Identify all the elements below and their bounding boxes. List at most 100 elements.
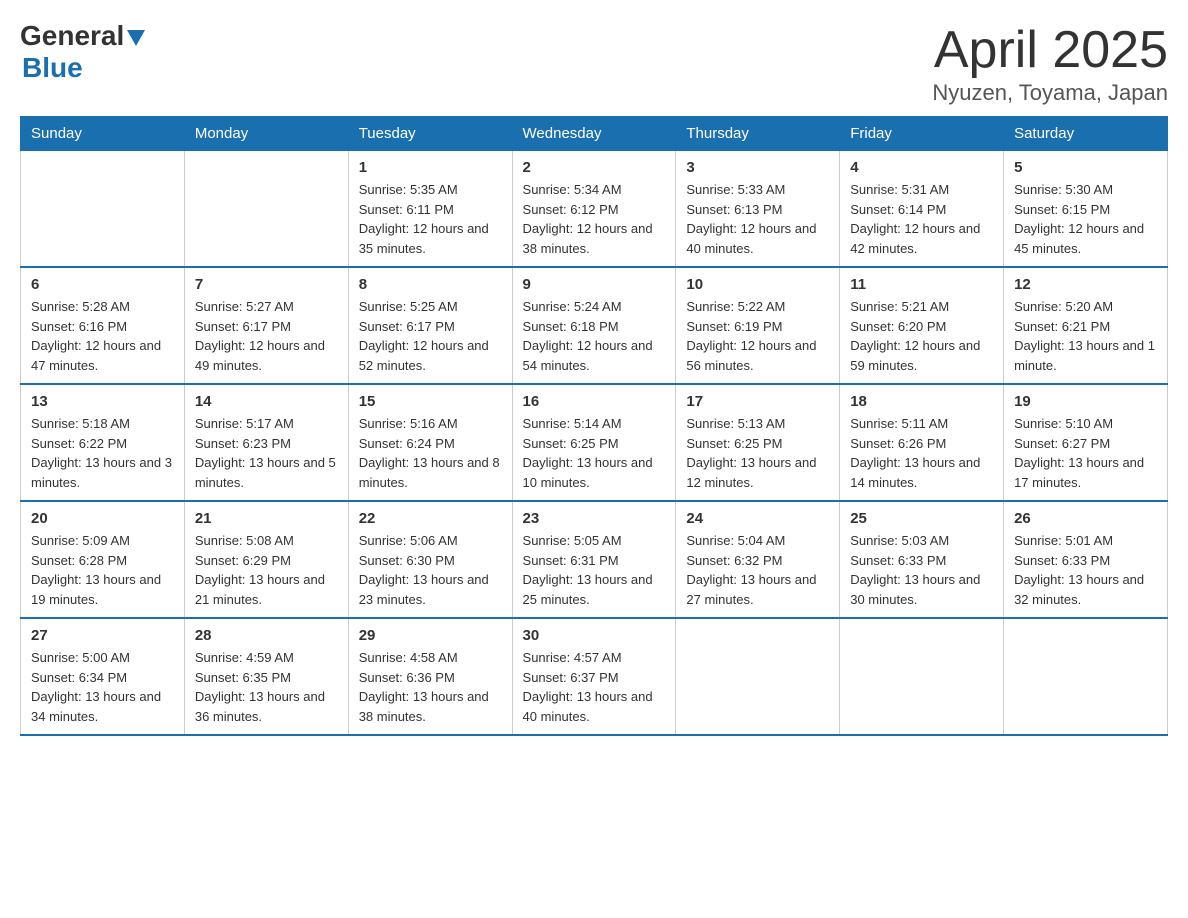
day-number: 27 bbox=[31, 627, 174, 644]
day-info: Sunrise: 5:10 AMSunset: 6:27 PMDaylight:… bbox=[1014, 414, 1157, 492]
calendar-cell: 30 Sunrise: 4:57 AMSunset: 6:37 PMDayligh… bbox=[512, 618, 676, 735]
day-info: Sunrise: 5:18 AMSunset: 6:22 PMDaylight:… bbox=[31, 414, 174, 492]
day-number: 15 bbox=[359, 393, 502, 410]
day-info: Sunrise: 5:14 AMSunset: 6:25 PMDaylight:… bbox=[523, 414, 666, 492]
calendar-cell: 2 Sunrise: 5:34 AMSunset: 6:12 PMDaylight… bbox=[512, 151, 676, 268]
day-number: 24 bbox=[686, 510, 829, 527]
day-number: 6 bbox=[31, 276, 174, 293]
day-number: 13 bbox=[31, 393, 174, 410]
day-info: Sunrise: 5:16 AMSunset: 6:24 PMDaylight:… bbox=[359, 414, 502, 492]
day-info: Sunrise: 5:31 AMSunset: 6:14 PMDaylight:… bbox=[850, 180, 993, 258]
day-number: 28 bbox=[195, 627, 338, 644]
day-info: Sunrise: 5:30 AMSunset: 6:15 PMDaylight:… bbox=[1014, 180, 1157, 258]
calendar-cell bbox=[676, 618, 840, 735]
day-info: Sunrise: 4:57 AMSunset: 6:37 PMDaylight:… bbox=[523, 648, 666, 726]
col-tuesday: Tuesday bbox=[348, 117, 512, 151]
day-info: Sunrise: 5:05 AMSunset: 6:31 PMDaylight:… bbox=[523, 531, 666, 609]
calendar-cell bbox=[184, 151, 348, 268]
day-number: 17 bbox=[686, 393, 829, 410]
day-info: Sunrise: 5:24 AMSunset: 6:18 PMDaylight:… bbox=[523, 297, 666, 375]
calendar-cell bbox=[1004, 618, 1168, 735]
col-wednesday: Wednesday bbox=[512, 117, 676, 151]
day-info: Sunrise: 5:27 AMSunset: 6:17 PMDaylight:… bbox=[195, 297, 338, 375]
day-info: Sunrise: 5:35 AMSunset: 6:11 PMDaylight:… bbox=[359, 180, 502, 258]
day-number: 1 bbox=[359, 159, 502, 176]
calendar-week-row: 6 Sunrise: 5:28 AMSunset: 6:16 PMDaylight… bbox=[21, 267, 1168, 384]
calendar-cell: 29Sunrise: 4:58 AMSunset: 6:36 PMDayligh… bbox=[348, 618, 512, 735]
col-friday: Friday bbox=[840, 117, 1004, 151]
day-number: 12 bbox=[1014, 276, 1157, 293]
day-number: 30 bbox=[523, 627, 666, 644]
day-info: Sunrise: 5:20 AMSunset: 6:21 PMDaylight:… bbox=[1014, 297, 1157, 375]
day-info: Sunrise: 5:03 AMSunset: 6:33 PMDaylight:… bbox=[850, 531, 993, 609]
logo: General Blue bbox=[20, 20, 145, 84]
day-info: Sunrise: 5:17 AMSunset: 6:23 PMDaylight:… bbox=[195, 414, 338, 492]
calendar-cell: 28 Sunrise: 4:59 AMSunset: 6:35 PMDayligh… bbox=[184, 618, 348, 735]
calendar-week-row: 27Sunrise: 5:00 AMSunset: 6:34 PMDayligh… bbox=[21, 618, 1168, 735]
day-number: 5 bbox=[1014, 159, 1157, 176]
calendar-cell: 5 Sunrise: 5:30 AMSunset: 6:15 PMDaylight… bbox=[1004, 151, 1168, 268]
day-number: 16 bbox=[523, 393, 666, 410]
day-info: Sunrise: 5:13 AMSunset: 6:25 PMDaylight:… bbox=[686, 414, 829, 492]
calendar-cell: 1 Sunrise: 5:35 AMSunset: 6:11 PMDaylight… bbox=[348, 151, 512, 268]
calendar-cell: 3 Sunrise: 5:33 AMSunset: 6:13 PMDaylight… bbox=[676, 151, 840, 268]
day-number: 18 bbox=[850, 393, 993, 410]
calendar-cell bbox=[840, 618, 1004, 735]
calendar-cell: 14Sunrise: 5:17 AMSunset: 6:23 PMDayligh… bbox=[184, 384, 348, 501]
day-number: 29 bbox=[359, 627, 502, 644]
day-info: Sunrise: 5:25 AMSunset: 6:17 PMDaylight:… bbox=[359, 297, 502, 375]
day-number: 19 bbox=[1014, 393, 1157, 410]
calendar-cell: 7Sunrise: 5:27 AMSunset: 6:17 PMDaylight… bbox=[184, 267, 348, 384]
calendar-cell: 18 Sunrise: 5:11 AMSunset: 6:26 PMDayligh… bbox=[840, 384, 1004, 501]
calendar-cell: 10Sunrise: 5:22 AMSunset: 6:19 PMDayligh… bbox=[676, 267, 840, 384]
day-number: 26 bbox=[1014, 510, 1157, 527]
calendar-title: April 2025 bbox=[932, 20, 1168, 80]
day-info: Sunrise: 5:01 AMSunset: 6:33 PMDaylight:… bbox=[1014, 531, 1157, 609]
col-sunday: Sunday bbox=[21, 117, 185, 151]
day-number: 3 bbox=[686, 159, 829, 176]
logo-general-text: General bbox=[20, 20, 124, 52]
calendar-cell: 25Sunrise: 5:03 AMSunset: 6:33 PMDayligh… bbox=[840, 501, 1004, 618]
calendar-table: Sunday Monday Tuesday Wednesday Thursday… bbox=[20, 116, 1168, 736]
calendar-cell: 15 Sunrise: 5:16 AMSunset: 6:24 PMDayligh… bbox=[348, 384, 512, 501]
day-number: 11 bbox=[850, 276, 993, 293]
col-thursday: Thursday bbox=[676, 117, 840, 151]
day-info: Sunrise: 5:34 AMSunset: 6:12 PMDaylight:… bbox=[523, 180, 666, 258]
calendar-cell: 23Sunrise: 5:05 AMSunset: 6:31 PMDayligh… bbox=[512, 501, 676, 618]
day-info: Sunrise: 5:11 AMSunset: 6:26 PMDaylight:… bbox=[850, 414, 993, 492]
page-header: General Blue April 2025 Nyuzen, Toyama, … bbox=[20, 20, 1168, 106]
calendar-cell: 26 Sunrise: 5:01 AMSunset: 6:33 PMDayligh… bbox=[1004, 501, 1168, 618]
calendar-cell: 16 Sunrise: 5:14 AMSunset: 6:25 PMDayligh… bbox=[512, 384, 676, 501]
col-monday: Monday bbox=[184, 117, 348, 151]
calendar-cell: 11Sunrise: 5:21 AMSunset: 6:20 PMDayligh… bbox=[840, 267, 1004, 384]
calendar-title-block: April 2025 Nyuzen, Toyama, Japan bbox=[932, 20, 1168, 106]
day-info: Sunrise: 5:04 AMSunset: 6:32 PMDaylight:… bbox=[686, 531, 829, 609]
calendar-cell: 22Sunrise: 5:06 AMSunset: 6:30 PMDayligh… bbox=[348, 501, 512, 618]
logo-triangle-icon bbox=[127, 30, 145, 46]
calendar-cell: 24 Sunrise: 5:04 AMSunset: 6:32 PMDayligh… bbox=[676, 501, 840, 618]
day-number: 4 bbox=[850, 159, 993, 176]
calendar-cell: 4 Sunrise: 5:31 AMSunset: 6:14 PMDaylight… bbox=[840, 151, 1004, 268]
calendar-cell: 27Sunrise: 5:00 AMSunset: 6:34 PMDayligh… bbox=[21, 618, 185, 735]
calendar-cell: 8 Sunrise: 5:25 AMSunset: 6:17 PMDaylight… bbox=[348, 267, 512, 384]
day-info: Sunrise: 4:59 AMSunset: 6:35 PMDaylight:… bbox=[195, 648, 338, 726]
calendar-cell bbox=[21, 151, 185, 268]
day-number: 2 bbox=[523, 159, 666, 176]
calendar-cell: 9 Sunrise: 5:24 AMSunset: 6:18 PMDaylight… bbox=[512, 267, 676, 384]
col-saturday: Saturday bbox=[1004, 117, 1168, 151]
calendar-week-row: 1 Sunrise: 5:35 AMSunset: 6:11 PMDaylight… bbox=[21, 151, 1168, 268]
day-number: 10 bbox=[686, 276, 829, 293]
day-info: Sunrise: 5:06 AMSunset: 6:30 PMDaylight:… bbox=[359, 531, 502, 609]
calendar-cell: 19 Sunrise: 5:10 AMSunset: 6:27 PMDayligh… bbox=[1004, 384, 1168, 501]
day-info: Sunrise: 5:08 AMSunset: 6:29 PMDaylight:… bbox=[195, 531, 338, 609]
day-number: 8 bbox=[359, 276, 502, 293]
day-number: 20 bbox=[31, 510, 174, 527]
calendar-week-row: 20 Sunrise: 5:09 AMSunset: 6:28 PMDayligh… bbox=[21, 501, 1168, 618]
calendar-cell: 13 Sunrise: 5:18 AMSunset: 6:22 PMDayligh… bbox=[21, 384, 185, 501]
day-info: Sunrise: 5:28 AMSunset: 6:16 PMDaylight:… bbox=[31, 297, 174, 375]
day-info: Sunrise: 5:33 AMSunset: 6:13 PMDaylight:… bbox=[686, 180, 829, 258]
day-info: Sunrise: 5:09 AMSunset: 6:28 PMDaylight:… bbox=[31, 531, 174, 609]
calendar-cell: 17 Sunrise: 5:13 AMSunset: 6:25 PMDayligh… bbox=[676, 384, 840, 501]
day-number: 21 bbox=[195, 510, 338, 527]
day-number: 9 bbox=[523, 276, 666, 293]
